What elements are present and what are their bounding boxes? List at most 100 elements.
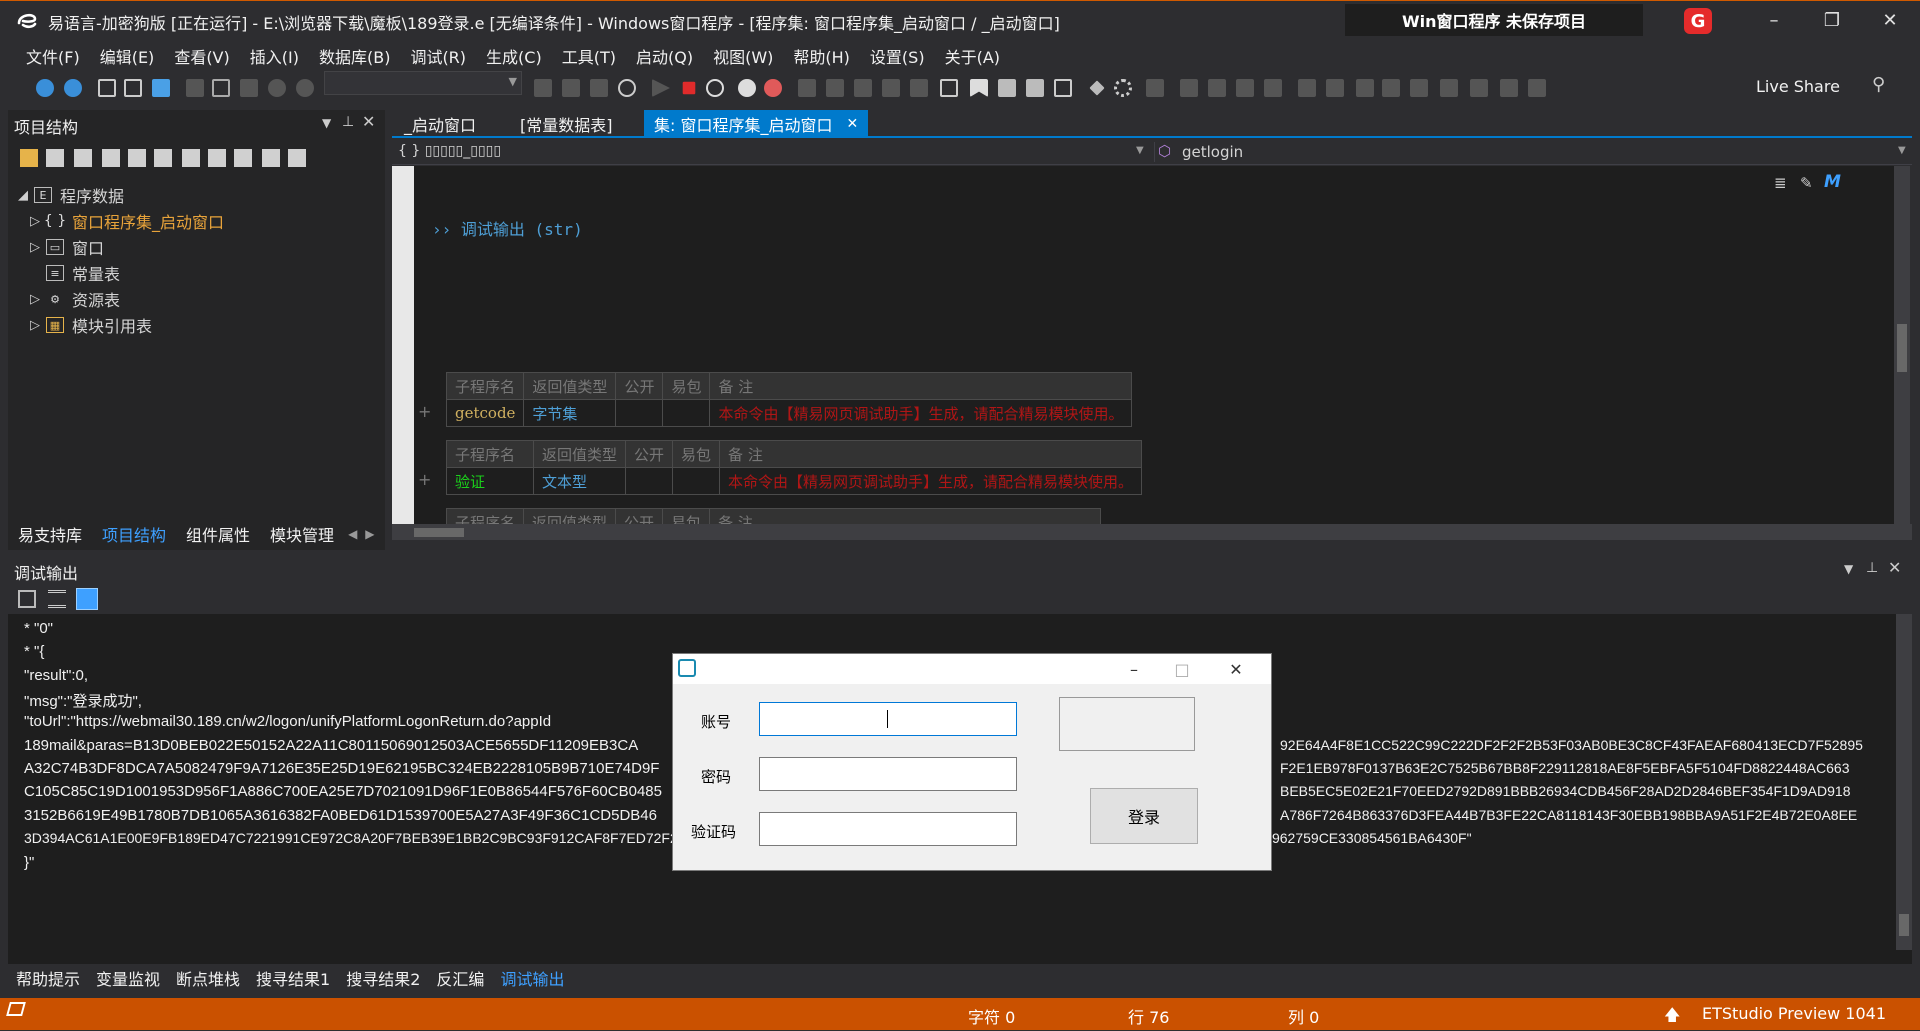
plugin-logo-icon[interactable]: G — [1684, 8, 1712, 34]
collapsed-arrow-icon[interactable]: ▷ — [24, 292, 46, 307]
close-button[interactable]: ✕ — [1862, 4, 1918, 36]
menu-window[interactable]: 视图(W) — [703, 40, 783, 70]
proc-package[interactable] — [662, 399, 711, 427]
debug-vertical-scrollbar[interactable] — [1896, 614, 1912, 950]
layout-5-icon[interactable] — [1264, 79, 1282, 97]
bookmark-icon[interactable] — [970, 79, 988, 97]
clear-output-icon[interactable] — [18, 590, 36, 608]
tab-start-window[interactable]: _启动窗口 — [394, 110, 486, 138]
add-module-icon[interactable] — [288, 149, 306, 167]
menu-insert[interactable]: 插入(I) — [240, 40, 309, 70]
chevron-down-icon[interactable]: ▼ — [1136, 145, 1144, 156]
menu-help[interactable]: 帮助(H) — [783, 40, 860, 70]
proc-note[interactable]: 本命令由【精易网页调试助手】生成，请配合精易模块使用。 — [719, 467, 1143, 495]
class-selector[interactable]: { } ▯▯▯▯▯_▯▯▯▯ — [398, 143, 501, 159]
run-to-cursor-icon[interactable] — [910, 79, 928, 97]
add-window-icon[interactable] — [102, 149, 120, 167]
tab-watch[interactable]: 变量监视 — [88, 966, 168, 990]
align-right-icon[interactable] — [590, 79, 608, 97]
person-icon[interactable]: ⚲ — [1872, 74, 1885, 95]
tree-item-assembly[interactable]: ▷ { } 窗口程序集_启动窗口 — [24, 208, 224, 234]
wrench-icon[interactable] — [1089, 80, 1105, 96]
add-code-icon[interactable] — [154, 149, 172, 167]
tree-item-resources[interactable]: ▷ ⚙ 资源表 — [24, 286, 120, 312]
format-icon[interactable]: ≣ — [1774, 174, 1787, 192]
menu-database[interactable]: 数据库(B) — [309, 40, 400, 70]
proc-return-type[interactable]: 字节集 — [523, 399, 617, 427]
prev-bookmark-icon[interactable] — [998, 79, 1016, 97]
panel-menu-icon[interactable]: ▼ — [322, 116, 331, 130]
collapsed-arrow-icon[interactable]: ▷ — [24, 318, 46, 333]
clear-breakpoints-icon[interactable] — [764, 79, 782, 97]
proc-return-type[interactable]: 文本型 — [532, 467, 627, 495]
chevron-down-icon[interactable]: ▼ — [1898, 145, 1906, 156]
dialog-maximize-button[interactable]: □ — [1159, 656, 1205, 682]
add-resource-icon[interactable] — [262, 149, 280, 167]
menu-about[interactable]: 关于(A) — [935, 40, 1010, 70]
menu-start[interactable]: 启动(Q) — [626, 40, 703, 70]
layout-9-icon[interactable] — [1382, 79, 1400, 97]
add-class-icon[interactable] — [128, 149, 146, 167]
save-icon[interactable] — [152, 79, 170, 97]
layout-2-icon[interactable] — [1180, 79, 1198, 97]
tab-scroll-left-icon[interactable]: ◀ — [348, 527, 357, 541]
editor-vertical-scrollbar[interactable] — [1894, 166, 1910, 524]
align-center-icon[interactable] — [562, 79, 580, 97]
proc-note[interactable]: 本命令由【精易网页调试助手】生成，请配合精易模块使用。 — [709, 399, 1133, 427]
expand-plus-icon[interactable]: + — [418, 402, 431, 421]
layout-14-icon[interactable] — [1528, 79, 1546, 97]
tab-project-structure[interactable]: 项目结构 — [92, 522, 176, 546]
dialog-minimize-button[interactable]: – — [1111, 656, 1157, 682]
menu-edit[interactable]: 编辑(E) — [90, 40, 165, 70]
tree-item-constants[interactable]: ≡ 常量表 — [24, 260, 120, 286]
add-program-icon[interactable] — [182, 149, 200, 167]
scroll-thumb[interactable] — [1899, 914, 1909, 936]
panel-menu-icon[interactable]: ▼ — [1844, 562, 1853, 576]
layout-8-icon[interactable] — [1356, 79, 1374, 97]
panel-close-icon[interactable]: ✕ — [362, 112, 375, 131]
layout-3-icon[interactable] — [1208, 79, 1226, 97]
layout-4-icon[interactable] — [1236, 79, 1254, 97]
next-bookmark-icon[interactable] — [1026, 79, 1044, 97]
restore-button[interactable]: ❐ — [1804, 4, 1860, 36]
collapsed-arrow-icon[interactable]: ▷ — [24, 240, 46, 255]
add-sub-icon[interactable] — [74, 149, 92, 167]
add-const-icon[interactable] — [234, 149, 252, 167]
menu-file[interactable]: 文件(F) — [16, 40, 90, 70]
pin-icon[interactable]: ⊥ — [1866, 560, 1878, 576]
tab-module-manager[interactable]: 模块管理 — [260, 522, 344, 546]
collapsed-arrow-icon[interactable]: ▷ — [24, 214, 46, 229]
expanded-arrow-icon[interactable]: ◢ — [12, 188, 34, 203]
menu-build[interactable]: 生成(C) — [476, 40, 552, 70]
pin-icon[interactable]: ⊥ — [342, 114, 354, 130]
editor-gutter[interactable] — [392, 166, 414, 524]
password-input[interactable] — [759, 757, 1017, 791]
edit-icon[interactable]: ✎ — [1800, 174, 1813, 192]
code-line-debug-output[interactable]: ›› 调试输出 (str) — [432, 216, 583, 240]
menu-view[interactable]: 查看(V) — [164, 40, 239, 70]
module-icon[interactable]: M — [1824, 172, 1841, 192]
undo-icon[interactable] — [268, 79, 286, 97]
proc-public[interactable] — [625, 467, 674, 495]
tree-item-window[interactable]: ▷ ▭ 窗口 — [24, 234, 104, 260]
find-icon[interactable] — [618, 79, 636, 97]
tree-item-modules[interactable]: ▷ ▦ 模块引用表 — [24, 312, 152, 338]
add-global-icon[interactable] — [208, 149, 226, 167]
tab-breakpoints[interactable]: 断点堆栈 — [168, 966, 248, 990]
step-over-icon[interactable] — [798, 79, 816, 97]
tab-constants[interactable]: [常量数据表] — [510, 110, 623, 138]
paste-icon[interactable] — [240, 79, 258, 97]
menu-settings[interactable]: 设置(S) — [860, 40, 935, 70]
align-icon[interactable] — [534, 79, 552, 97]
scroll-thumb[interactable] — [414, 528, 464, 537]
image-icon[interactable] — [76, 588, 98, 610]
tab-support-library[interactable]: 易支持库 — [8, 522, 92, 546]
account-input[interactable] — [759, 702, 1017, 736]
target-combobox[interactable]: ▼ — [324, 71, 522, 95]
editor-horizontal-scrollbar[interactable] — [392, 524, 1912, 540]
clear-bookmarks-icon[interactable] — [1054, 79, 1072, 97]
login-button[interactable]: 登录 — [1090, 788, 1198, 844]
proc-name[interactable]: getcode — [445, 399, 525, 427]
copy-icon[interactable] — [212, 79, 230, 97]
captcha-image[interactable] — [1059, 697, 1195, 751]
